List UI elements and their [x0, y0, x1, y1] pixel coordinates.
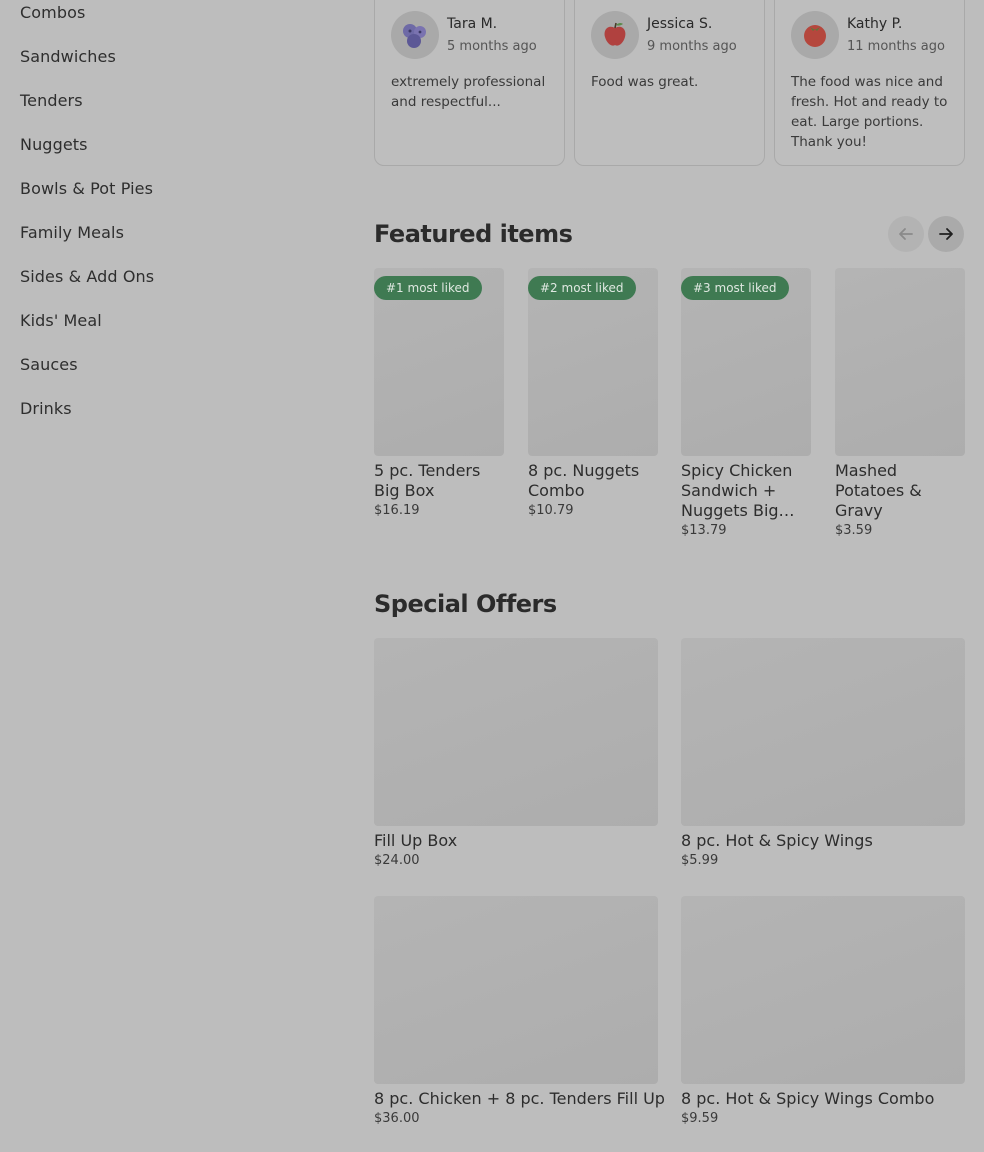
item-price: $10.79 — [528, 503, 574, 518]
review-card[interactable]: Kathy P. 11 months ago The food was nice… — [774, 0, 965, 166]
sidebar-item-bowls-pot-pies[interactable]: Bowls & Pot Pies — [20, 179, 153, 198]
sidebar-item-sides-add-ons[interactable]: Sides & Add Ons — [20, 267, 154, 286]
offer-card[interactable]: 8 pc. Hot & Spicy Wings $5.99 — [681, 638, 965, 868]
item-name: 8 pc. Hot & Spicy Wings — [681, 831, 873, 850]
featured-items-title: Featured items — [374, 220, 573, 248]
avatar — [791, 11, 839, 59]
item-image — [374, 896, 658, 1084]
item-name: 5 pc. Tenders Big Box — [374, 461, 481, 500]
most-liked-badge: #1 most liked — [374, 276, 482, 300]
item-price: $36.00 — [374, 1111, 420, 1126]
item-image — [681, 638, 965, 826]
review-card[interactable]: Jessica S. 9 months ago Food was great. — [574, 0, 765, 166]
review-time: 11 months ago — [847, 39, 945, 54]
sidebar-item-sauces[interactable]: Sauces — [20, 355, 78, 374]
item-name: 8 pc. Nuggets Combo — [528, 461, 640, 500]
apple-icon — [604, 22, 626, 46]
item-image — [835, 268, 965, 456]
carousel-prev-button[interactable] — [888, 216, 924, 252]
item-name: Mashed Potatoes & Gravy — [835, 461, 922, 520]
sidebar-item-kids-meal[interactable]: Kids' Meal — [20, 311, 102, 330]
featured-item-card[interactable]: #2 most liked 8 pc. Nuggets Combo $10.79 — [528, 268, 658, 518]
sidebar-item-sandwiches[interactable]: Sandwiches — [20, 47, 116, 66]
item-image: #2 most liked — [528, 268, 658, 456]
review-text: Food was great. — [591, 74, 699, 90]
avatar — [591, 11, 639, 59]
offer-card[interactable]: Fill Up Box $24.00 — [374, 638, 658, 868]
item-name: Spicy Chicken Sandwich + Nuggets Big Box — [681, 461, 793, 520]
featured-item-card[interactable]: Mashed Potatoes & Gravy $3.59 — [835, 268, 965, 538]
reviewer-name: Tara M. — [447, 16, 498, 32]
blueberry-icon — [403, 24, 426, 48]
review-time: 9 months ago — [647, 39, 737, 54]
sidebar-item-family-meals[interactable]: Family Meals — [20, 223, 124, 242]
sidebar-item-tenders[interactable]: Tenders — [20, 91, 83, 110]
arrow-right-icon — [939, 228, 953, 240]
item-price: $24.00 — [374, 853, 420, 868]
item-price: $5.99 — [681, 853, 719, 868]
item-image: #1 most liked — [374, 268, 504, 456]
item-price: $3.59 — [835, 523, 873, 538]
tomato-icon — [804, 25, 826, 47]
item-price: $9.59 — [681, 1111, 719, 1126]
item-name: Fill Up Box — [374, 831, 458, 850]
offer-card[interactable]: 8 pc. Hot & Spicy Wings Combo $9.59 — [681, 896, 965, 1126]
reviewer-name: Kathy P. — [847, 16, 903, 32]
item-name: 8 pc. Hot & Spicy Wings Combo — [681, 1089, 935, 1108]
item-image — [374, 638, 658, 826]
featured-item-card[interactable]: #1 most liked 5 pc. Tenders Big Box $16.… — [374, 268, 504, 518]
item-image: #3 most liked — [681, 268, 811, 456]
review-text: The food was nice and fresh. Hot and rea… — [791, 74, 948, 150]
review-card[interactable]: Tara M. 5 months ago extremely professio… — [374, 0, 565, 166]
sidebar-item-nuggets[interactable]: Nuggets — [20, 135, 88, 154]
sidebar-item-drinks[interactable]: Drinks — [20, 399, 72, 418]
review-text: extremely professional and respectful... — [391, 74, 546, 110]
carousel-next-button[interactable] — [928, 216, 964, 252]
review-time: 5 months ago — [447, 39, 537, 54]
most-liked-badge: #2 most liked — [528, 276, 636, 300]
most-liked-badge: #3 most liked — [681, 276, 789, 300]
avatar — [391, 11, 439, 59]
featured-item-card[interactable]: #3 most liked Spicy Chicken Sandwich + N… — [681, 268, 811, 538]
item-price: $16.19 — [374, 503, 420, 518]
special-offers-title: Special Offers — [374, 590, 557, 618]
sidebar-item-combos[interactable]: Combos — [20, 3, 85, 22]
item-price: $13.79 — [681, 523, 727, 538]
item-name: 8 pc. Chicken + 8 pc. Tenders Fill Up — [374, 1089, 665, 1108]
item-image — [681, 896, 965, 1084]
reviewer-name: Jessica S. — [647, 16, 713, 32]
arrow-left-icon — [899, 228, 913, 240]
offer-card[interactable]: 8 pc. Chicken + 8 pc. Tenders Fill Up $3… — [374, 896, 665, 1126]
